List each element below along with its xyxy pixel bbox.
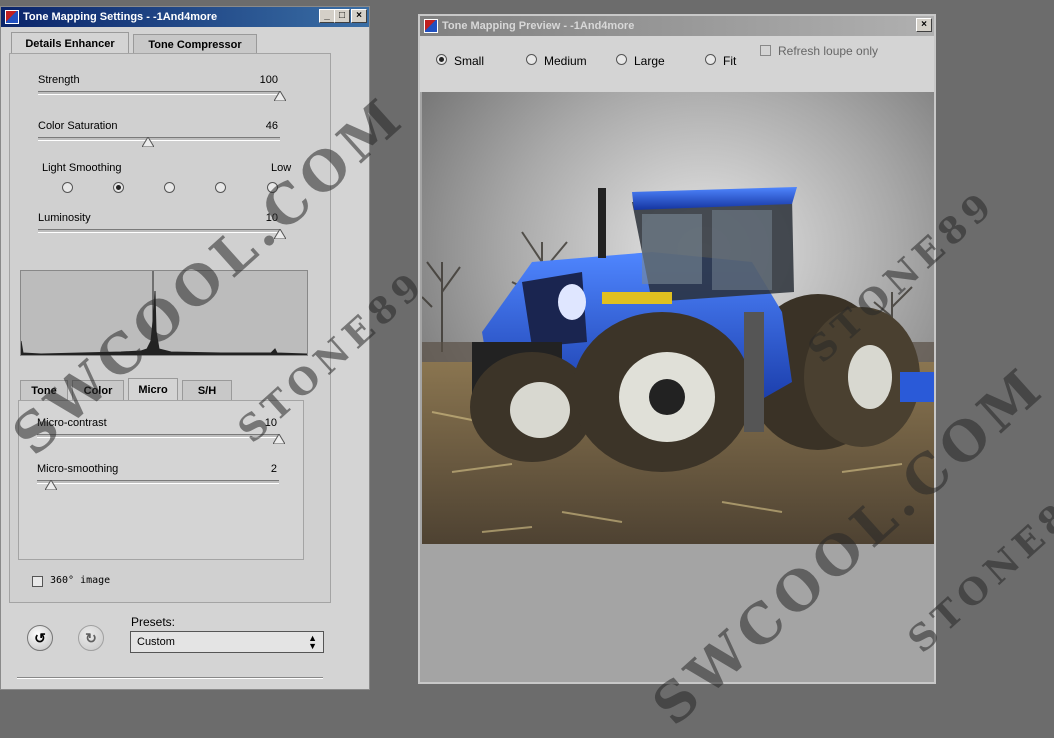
histogram — [20, 270, 308, 356]
luminosity-slider[interactable] — [38, 229, 280, 233]
tab-label: Details Enhancer — [25, 38, 115, 50]
light-smoothing-radio-4[interactable] — [215, 182, 226, 193]
tab-tone-compressor[interactable]: Tone Compressor — [133, 34, 257, 55]
color-saturation-thumb[interactable] — [142, 137, 154, 147]
size-radio-large[interactable] — [616, 54, 627, 65]
subtab-label: S/H — [197, 384, 217, 397]
subtab-label: Micro — [138, 383, 168, 396]
luminosity-thumb[interactable] — [274, 229, 286, 239]
preview-titlebar[interactable]: Tone Mapping Preview - -1And4more — [420, 16, 934, 36]
light-smoothing-radio-2[interactable] — [113, 182, 124, 193]
tab-micro[interactable]: Micro — [128, 378, 178, 400]
tab-tone[interactable]: Tone — [20, 380, 68, 400]
tone-mapping-settings-window: Tone Mapping Settings - -1And4more _ □ ×… — [0, 6, 370, 690]
preview-image[interactable] — [422, 92, 934, 544]
micro-smoothing-value: 2 — [270, 463, 277, 475]
color-saturation-value: 46 — [265, 120, 278, 132]
light-smoothing-radio-5[interactable] — [267, 182, 278, 193]
micro-contrast-thumb[interactable] — [273, 434, 285, 444]
redo-icon: ↻ — [85, 629, 97, 646]
preview-title: Tone Mapping Preview - -1And4more — [442, 20, 635, 32]
strength-slider[interactable] — [38, 91, 280, 95]
refresh-loupe-label: Refresh loupe only — [778, 44, 879, 58]
micro-smoothing-thumb[interactable] — [45, 480, 57, 490]
app-icon — [424, 19, 438, 33]
size-radio-fit[interactable] — [705, 54, 716, 65]
light-smoothing-radio-1[interactable] — [62, 182, 73, 193]
light-smoothing-low-label: Low — [271, 162, 292, 174]
settings-titlebar[interactable]: Tone Mapping Settings - -1And4more — [1, 7, 369, 27]
tab-sh[interactable]: S/H — [182, 380, 232, 400]
micro-contrast-value: 10 — [264, 417, 277, 429]
luminosity-label: Luminosity — [38, 212, 91, 224]
strength-thumb[interactable] — [274, 91, 286, 101]
presets-value: Custom — [137, 636, 175, 648]
color-saturation-slider[interactable] — [38, 137, 280, 141]
undo-button[interactable]: ↺ — [27, 625, 53, 651]
strength-label: Strength — [38, 74, 80, 86]
size-label-medium: Medium — [544, 54, 587, 68]
subtab-label: Color — [83, 384, 113, 397]
micro-smoothing-label: Micro-smoothing — [37, 463, 119, 475]
redo-button[interactable]: ↻ — [78, 625, 104, 651]
minimize-icon[interactable]: _ — [319, 9, 335, 23]
tractor-image — [422, 92, 934, 544]
micro-contrast-slider[interactable] — [37, 434, 279, 438]
micro-panel: Micro-contrast 10 Micro-smoothing 2 — [18, 400, 304, 560]
app-icon — [5, 10, 19, 24]
micro-contrast-label: Micro-contrast — [37, 417, 107, 429]
size-radio-medium[interactable] — [526, 54, 537, 65]
maximize-icon[interactable]: □ — [334, 9, 350, 23]
micro-smoothing-slider[interactable] — [37, 480, 279, 484]
presets-select[interactable]: Custom ▲ ▼ — [130, 631, 324, 653]
presets-label: Presets: — [131, 615, 176, 629]
tab-color[interactable]: Color — [72, 380, 124, 400]
subtab-label: Tone — [31, 384, 57, 397]
image360-label: 360° image — [50, 575, 111, 586]
settings-title: Tone Mapping Settings - -1And4more — [23, 11, 218, 23]
size-radio-small[interactable] — [436, 54, 447, 65]
preview-toolbar: Small Medium Large Fit Refresh loupe onl… — [420, 36, 934, 92]
size-label-fit: Fit — [723, 54, 737, 68]
select-arrows-icon: ▲ ▼ — [308, 633, 317, 651]
divider — [17, 677, 323, 679]
histogram-graph — [20, 271, 308, 355]
undo-icon: ↺ — [34, 629, 46, 646]
luminosity-value: 10 — [265, 212, 278, 224]
light-smoothing-label: Light Smoothing — [42, 162, 122, 174]
size-label-large: Large — [634, 54, 665, 68]
light-smoothing-radio-3[interactable] — [164, 182, 175, 193]
tab-label: Tone Compressor — [148, 39, 242, 51]
preview-close-icon[interactable]: × — [916, 18, 932, 32]
size-label-small: Small — [454, 54, 485, 68]
strength-value: 100 — [259, 74, 278, 86]
details-enhancer-panel: Strength 100 Color Saturation 46 Light S… — [9, 53, 331, 603]
refresh-loupe-checkbox[interactable] — [760, 45, 771, 56]
tone-mapping-preview-window: Tone Mapping Preview - -1And4more × Smal… — [418, 14, 936, 684]
image360-checkbox[interactable] — [32, 576, 43, 587]
close-icon[interactable]: × — [351, 9, 367, 23]
tab-details-enhancer[interactable]: Details Enhancer — [11, 32, 129, 55]
color-saturation-label: Color Saturation — [38, 120, 118, 132]
